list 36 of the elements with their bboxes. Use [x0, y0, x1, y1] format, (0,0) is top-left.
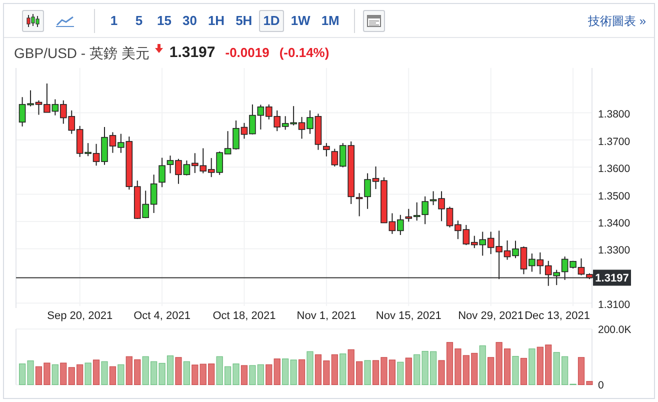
percent-change: (-0.14%)	[279, 44, 330, 62]
candlestick-icon	[26, 14, 40, 28]
axis-label: 1.3400	[598, 218, 630, 230]
axis-label: 1.3600	[598, 163, 630, 176]
axis-label: 1.3100	[598, 299, 630, 312]
table-view-button[interactable]	[363, 10, 386, 32]
axis-label: Nov 15, 2021	[376, 310, 442, 322]
line-chart-icon	[56, 14, 74, 26]
interval-tab[interactable]: 1W	[286, 10, 314, 32]
interval-tab[interactable]: 15	[153, 10, 176, 32]
chart-type-button[interactable]	[22, 10, 44, 32]
axis-label: 200.0K	[598, 324, 632, 336]
axis-label: 1.3500	[598, 190, 630, 202]
axis-label: 0	[598, 380, 604, 392]
axis-label: 1.3300	[598, 244, 630, 257]
axis-label: Oct 18, 2021	[212, 310, 276, 322]
axis-label: Dec 13, 2021	[524, 310, 590, 322]
axis-label: Sep 20, 2021	[47, 310, 113, 322]
last-price: 1.3197	[169, 42, 216, 63]
interval-tab[interactable]: 1	[103, 10, 125, 32]
table-icon	[367, 14, 382, 26]
interval-tab[interactable]: 1H	[204, 10, 229, 32]
axis-label: 1.3700	[598, 136, 630, 148]
symbol-title: GBP/USD - 英鎊 美元	[14, 44, 150, 62]
axis-label: Nov 29, 2021	[458, 310, 524, 322]
price-tag: 1.3197	[593, 270, 631, 286]
axis-label: Oct 4, 2021	[134, 310, 190, 322]
interval-tab[interactable]: 1D	[259, 10, 284, 32]
interval-tab[interactable]: 1M	[317, 10, 344, 32]
axis-label: 1.3800	[598, 108, 630, 121]
interval-tab[interactable]: 5	[128, 10, 150, 32]
technical-chart-link[interactable]: 技術圖表 »	[588, 12, 646, 30]
interval-tab[interactable]: 30	[178, 10, 201, 32]
axis-label: Nov 1, 2021	[296, 310, 356, 322]
price-change: -0.0019	[225, 44, 270, 62]
interval-tab[interactable]: 5H	[232, 10, 256, 32]
